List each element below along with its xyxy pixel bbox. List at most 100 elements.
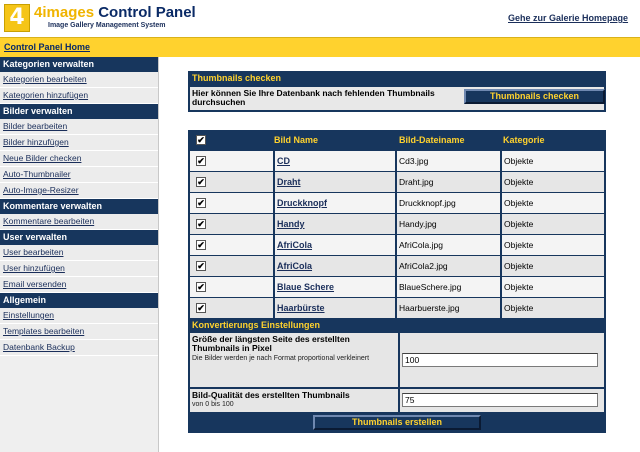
main-content: Thumbnails checken Hier können Sie Ihre … xyxy=(160,57,640,452)
thumbnails-table: ✔ Bild Name Bild-Dateiname Kategorie ✔ C… xyxy=(188,130,606,433)
sidebar-item-auto-image-resizer[interactable]: Auto-Image-Resizer xyxy=(0,183,158,199)
check-panel-body: Hier können Sie Ihre Datenbank nach fehl… xyxy=(190,87,605,110)
app-header: 4 4images Control Panel Image Gallery Ma… xyxy=(0,0,640,37)
sidebar-item-bilder-bearbeiten[interactable]: Bilder bearbeiten xyxy=(0,119,158,135)
column-header-file: Bild-Dateiname xyxy=(399,135,465,145)
row-checkbox[interactable]: ✔ xyxy=(196,282,206,292)
row-check-cell: ✔ xyxy=(190,172,273,192)
row-check-cell: ✔ xyxy=(190,235,273,255)
check-panel-title: Thumbnails checken xyxy=(192,73,282,83)
sidebar-item-datenbank-backup[interactable]: Datenbank Backup xyxy=(0,340,158,356)
check-thumbnails-button[interactable]: Thumbnails checken xyxy=(464,89,605,104)
image-name-link[interactable]: Blaue Schere xyxy=(273,277,395,297)
sidebar-item-einstellungen[interactable]: Einstellungen xyxy=(0,308,158,324)
thumbnail-size-label: Größe der längsten Seite des erstellten … xyxy=(192,334,350,353)
thumbnail-quality-label: Bild-Qualität des erstellten Thumbnails xyxy=(192,390,350,400)
thumbnail-size-label-cell: Größe der längsten Seite des erstellten … xyxy=(190,333,396,387)
row-check-cell: ✔ xyxy=(190,214,273,234)
sidebar-section-kommentare: Kommentare verwalten xyxy=(0,199,158,214)
image-category: Objekte xyxy=(500,235,604,255)
control-panel-home-link[interactable]: Control Panel Home xyxy=(4,42,90,52)
conversion-settings-title: Konvertierungs Einstellungen xyxy=(192,320,321,330)
row-checkbox[interactable]: ✔ xyxy=(196,261,206,271)
thumbnail-size-row: Größe der längsten Seite des erstellten … xyxy=(190,333,604,387)
sidebar-item-kategorien-bearbeiten[interactable]: Kategorien bearbeiten xyxy=(0,72,158,88)
table-header: ✔ Bild Name Bild-Dateiname Kategorie xyxy=(188,130,606,150)
image-filename: Draht.jpg xyxy=(395,172,500,192)
image-name-link[interactable]: AfriCola xyxy=(273,235,395,255)
sidebar: Kategorien verwalten Kategorien bearbeit… xyxy=(0,57,159,452)
image-filename: Haarbuerste.jpg xyxy=(395,298,500,318)
row-checkbox[interactable]: ✔ xyxy=(196,240,206,250)
image-name-link[interactable]: Draht xyxy=(273,172,395,192)
table-row: ✔ Haarbürste Haarbuerste.jpg Objekte xyxy=(190,298,604,318)
table-row: ✔ Blaue Schere BlaueSchere.jpg Objekte xyxy=(190,277,604,297)
brand-name: 4images xyxy=(34,4,95,21)
thumbnail-size-hint: Die Bilder werden je nach Format proport… xyxy=(192,355,370,362)
row-check-cell: ✔ xyxy=(190,298,273,318)
app-title: 4images Control Panel xyxy=(34,4,196,21)
image-category: Objekte xyxy=(500,193,604,213)
table-row: ✔ Druckknopf Druckknopf.jpg Objekte xyxy=(190,193,604,213)
image-category: Objekte xyxy=(500,214,604,234)
image-filename: AfriCola2.jpg xyxy=(395,256,500,276)
image-name-link[interactable]: Haarbürste xyxy=(273,298,395,318)
thumbnail-quality-label-cell: Bild-Qualität des erstellten Thumbnails … xyxy=(190,389,396,412)
control-panel-title: Control Panel xyxy=(98,4,196,21)
sidebar-item-templates-bearbeiten[interactable]: Templates bearbeiten xyxy=(0,324,158,340)
image-category: Objekte xyxy=(500,298,604,318)
row-check-cell: ✔ xyxy=(190,193,273,213)
image-filename: BlaueSchere.jpg xyxy=(395,277,500,297)
row-checkbox[interactable]: ✔ xyxy=(196,177,206,187)
sidebar-item-neue-bilder-checken[interactable]: Neue Bilder checken xyxy=(0,151,158,167)
thumbnail-quality-input[interactable]: 75 xyxy=(402,393,598,407)
top-nav-bar: Control Panel Home xyxy=(0,37,640,57)
row-check-cell: ✔ xyxy=(190,151,273,171)
column-header-name: Bild Name xyxy=(274,135,319,145)
row-check-cell: ✔ xyxy=(190,277,273,297)
row-checkbox[interactable]: ✔ xyxy=(196,303,206,313)
app-subtitle: Image Gallery Management System xyxy=(48,22,166,29)
check-panel-description: Hier können Sie Ihre Datenbank nach fehl… xyxy=(192,88,435,107)
thumbnail-quality-row: Bild-Qualität des erstellten Thumbnails … xyxy=(190,389,604,412)
image-category: Objekte xyxy=(500,256,604,276)
sidebar-section-kategorien: Kategorien verwalten xyxy=(0,57,158,72)
image-filename: Cd3.jpg xyxy=(395,151,500,171)
image-category: Objekte xyxy=(500,277,604,297)
image-filename: Druckknopf.jpg xyxy=(395,193,500,213)
sidebar-item-auto-thumbnailer[interactable]: Auto-Thumbnailer xyxy=(0,167,158,183)
row-check-cell: ✔ xyxy=(190,256,273,276)
table-row: ✔ AfriCola AfriCola.jpg Objekte xyxy=(190,235,604,255)
image-name-link[interactable]: Handy xyxy=(273,214,395,234)
image-filename: Handy.jpg xyxy=(395,214,500,234)
create-thumbnails-button[interactable]: Thumbnails erstellen xyxy=(313,415,481,430)
image-filename: AfriCola.jpg xyxy=(395,235,500,255)
sidebar-item-user-hinzufuegen[interactable]: User hinzufügen xyxy=(0,261,158,277)
thumbnail-quality-input-cell: 75 xyxy=(398,389,604,412)
thumbnail-size-input-cell: 100 xyxy=(398,333,604,387)
table-row: ✔ Draht Draht.jpg Objekte xyxy=(190,172,604,192)
image-name-link[interactable]: CD xyxy=(273,151,395,171)
check-thumbnails-panel: Thumbnails checken Hier können Sie Ihre … xyxy=(188,71,606,112)
sidebar-item-bilder-hinzufuegen[interactable]: Bilder hinzufügen xyxy=(0,135,158,151)
sidebar-item-user-bearbeiten[interactable]: User bearbeiten xyxy=(0,245,158,261)
image-name-link[interactable]: AfriCola xyxy=(273,256,395,276)
sidebar-item-kategorien-hinzufuegen[interactable]: Kategorien hinzufügen xyxy=(0,88,158,104)
row-checkbox[interactable]: ✔ xyxy=(196,156,206,166)
row-checkbox[interactable]: ✔ xyxy=(196,219,206,229)
image-name-link[interactable]: Druckknopf xyxy=(273,193,395,213)
table-row: ✔ CD Cd3.jpg Objekte xyxy=(190,151,604,171)
table-row: ✔ Handy Handy.jpg Objekte xyxy=(190,214,604,234)
image-category: Objekte xyxy=(500,172,604,192)
sidebar-section-allgemein: Allgemein xyxy=(0,293,158,308)
thumbnail-size-input[interactable]: 100 xyxy=(402,353,598,367)
image-category: Objekte xyxy=(500,151,604,171)
select-all-checkbox[interactable]: ✔ xyxy=(196,135,206,145)
row-checkbox[interactable]: ✔ xyxy=(196,198,206,208)
sidebar-item-kommentare-bearbeiten[interactable]: Kommentare bearbeiten xyxy=(0,214,158,230)
logo-icon: 4 xyxy=(4,4,30,32)
sidebar-section-bilder: Bilder verwalten xyxy=(0,104,158,119)
column-header-category: Kategorie xyxy=(503,135,545,145)
gallery-homepage-link[interactable]: Gehe zur Galerie Homepage xyxy=(508,13,628,23)
sidebar-item-email-versenden[interactable]: Email versenden xyxy=(0,277,158,293)
